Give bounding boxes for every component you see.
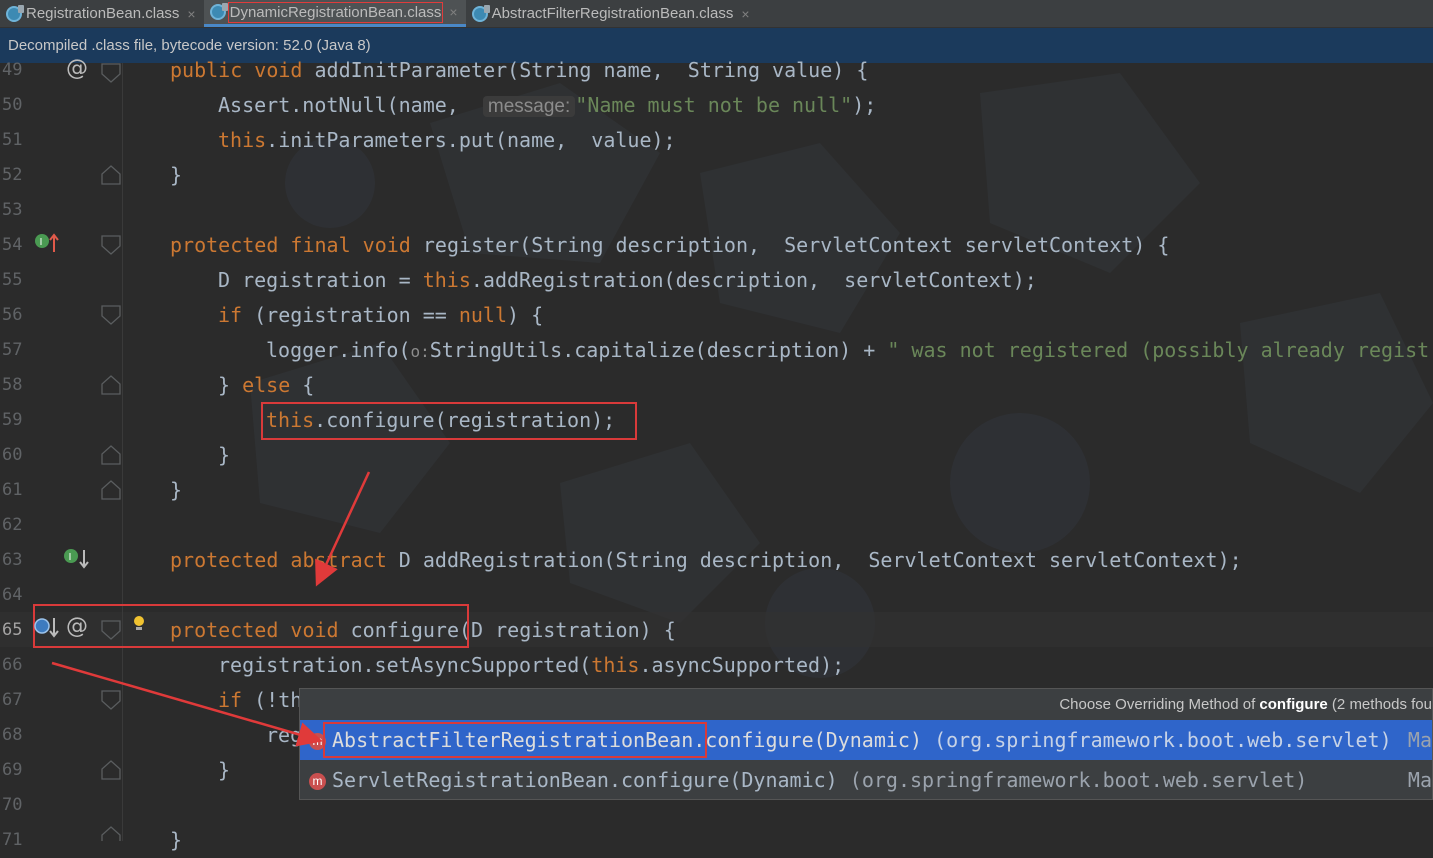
line-number: 50 xyxy=(2,95,23,115)
choose-overriding-method-popup: Choose Overriding Method of configure (2… xyxy=(299,688,1433,800)
line-number: 57 xyxy=(2,340,23,360)
code-line-63: protected abstract D addRegistration(Str… xyxy=(170,548,1242,572)
close-icon[interactable]: × xyxy=(741,6,749,22)
code-line-49: public void addInitParameter(String name… xyxy=(170,58,869,82)
tab-abstract-filter-registration-bean[interactable]: AbstractFilterRegistrationBean.class × xyxy=(466,0,758,27)
svg-text:I: I xyxy=(40,237,43,248)
line-number: 66 xyxy=(2,655,23,675)
line-number: 59 xyxy=(2,410,23,430)
fold-close-icon[interactable] xyxy=(101,375,121,395)
code-line-56: if (registration == null) { xyxy=(218,303,544,327)
line-number: 70 xyxy=(2,795,23,815)
code-line-54: protected final void register(String des… xyxy=(170,233,1170,257)
tab-label: DynamicRegistrationBean.class xyxy=(227,1,444,23)
module-label: Ma xyxy=(1407,728,1432,752)
line-number: 52 xyxy=(2,165,23,185)
parameter-hint: o: xyxy=(410,342,430,361)
tab-label: AbstractFilterRegistrationBean.class xyxy=(491,5,734,22)
line-number: 67 xyxy=(2,690,23,710)
svg-text:I: I xyxy=(69,552,72,563)
line-number: 54 xyxy=(2,235,23,255)
code-line-52: } xyxy=(170,163,183,187)
code-line-59: this.configure(registration); xyxy=(266,408,616,432)
gutter-divider xyxy=(122,63,123,841)
close-icon[interactable]: × xyxy=(449,4,457,20)
tab-registration-bean[interactable]: RegistrationBean.class × xyxy=(0,0,204,27)
banner-text: Decompiled .class file, bytecode version… xyxy=(8,37,371,54)
code-line-58: } else { xyxy=(218,373,315,397)
line-number: 61 xyxy=(2,480,23,500)
method-package: (org.springframework.boot.web.servlet) xyxy=(934,728,1392,752)
tab-label: RegistrationBean.class xyxy=(26,5,180,22)
code-line-55: D registration = this.addRegistration(de… xyxy=(218,268,1037,292)
code-line-57: logger.info(o:StringUtils.capitalize(des… xyxy=(266,333,1429,368)
line-number: 60 xyxy=(2,445,23,465)
popup-item-abstract-filter[interactable]: m AbstractFilterRegistrationBean.configur… xyxy=(300,720,1432,760)
popup-title: Choose Overriding Method of configure (2… xyxy=(1059,696,1432,713)
close-icon[interactable]: × xyxy=(187,6,195,22)
popup-item-servlet-registration[interactable]: m ServletRegistrationBean.configure(Dynam… xyxy=(300,760,1432,800)
line-number: 53 xyxy=(2,200,23,220)
code-line-66: registration.setAsyncSupported(this.asyn… xyxy=(218,653,845,677)
line-number: 65 xyxy=(2,620,23,640)
line-number: 56 xyxy=(2,305,23,325)
editor-tab-bar: RegistrationBean.class × DynamicRegistra… xyxy=(0,0,1433,28)
implements-up-icon[interactable]: I xyxy=(35,233,59,252)
parameter-hint: message: xyxy=(482,96,576,117)
class-file-icon xyxy=(209,3,228,20)
line-number: 63 xyxy=(2,550,23,570)
code-line-69: } xyxy=(218,758,231,782)
line-number: 62 xyxy=(2,515,23,535)
code-line-50: Assert.notNull(name, message: "Name must … xyxy=(218,93,877,117)
code-line-51: this.initParameters.put(name, value); xyxy=(218,128,676,152)
fold-open-icon[interactable] xyxy=(101,305,121,325)
line-number: 69 xyxy=(2,760,23,780)
method-icon: m xyxy=(309,773,326,790)
fold-close-icon[interactable] xyxy=(101,760,121,780)
fold-close-icon[interactable] xyxy=(101,480,121,500)
line-number: 51 xyxy=(2,130,23,150)
line-number: 49 xyxy=(2,60,23,80)
code-line-65: protected void configure(D registration)… xyxy=(170,618,676,642)
method-name: AbstractFilterRegistrationBean.configure… xyxy=(332,728,923,752)
method-icon: m xyxy=(309,733,326,750)
fold-open-icon[interactable] xyxy=(101,690,121,710)
fold-open-icon[interactable] xyxy=(101,63,121,83)
implemented-down-icon[interactable]: I xyxy=(64,549,89,569)
code-line-60: } xyxy=(218,443,231,467)
code-line-68: reg xyxy=(266,723,303,747)
tab-dynamic-registration-bean[interactable]: DynamicRegistrationBean.class × xyxy=(203,0,466,27)
module-label: Ma xyxy=(1407,768,1432,792)
method-package: (org.springframework.boot.web.servlet) xyxy=(849,768,1308,792)
code-line-67: if (!th xyxy=(218,688,303,712)
fold-close-icon[interactable] xyxy=(101,826,121,841)
class-file-icon xyxy=(6,4,24,22)
fold-close-icon[interactable] xyxy=(101,445,121,465)
code-line-61: } xyxy=(170,478,183,502)
fold-close-icon[interactable] xyxy=(101,165,121,185)
line-number: 55 xyxy=(2,270,23,290)
fold-open-icon[interactable] xyxy=(101,235,121,255)
class-file-icon xyxy=(471,4,490,22)
line-number: 68 xyxy=(2,725,23,745)
line-number: 64 xyxy=(2,585,23,605)
method-name: ServletRegistrationBean.configure(Dynami… xyxy=(332,768,838,792)
line-number: 58 xyxy=(2,375,23,395)
